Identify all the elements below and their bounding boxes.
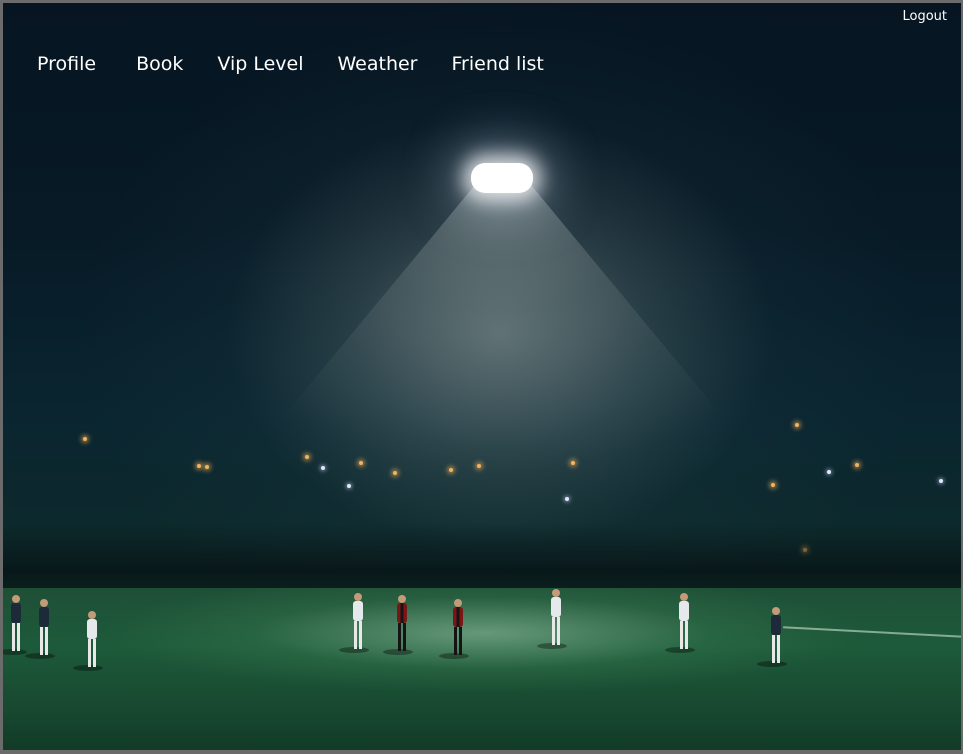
grass-field	[3, 588, 961, 750]
nav-item-friend-list[interactable]: Friend list	[452, 53, 544, 75]
logout-link[interactable]: Logout	[902, 9, 947, 24]
player	[25, 599, 55, 659]
player	[3, 595, 27, 655]
main-menu: Profile Book Vip Level Weather Friend li…	[37, 53, 578, 75]
floodlight	[471, 163, 533, 193]
player	[383, 595, 413, 655]
player	[537, 589, 567, 649]
nav-item-vip-level[interactable]: Vip Level	[217, 53, 303, 75]
player	[73, 611, 103, 671]
nav-item-profile[interactable]: Profile	[37, 53, 96, 75]
player	[439, 599, 469, 659]
player	[757, 607, 787, 667]
app-window: Logout Profile Book Vip Level Weather Fr…	[3, 3, 961, 750]
player	[339, 593, 369, 653]
nav-item-book[interactable]: Book	[136, 53, 183, 75]
player	[665, 593, 695, 653]
nav-item-weather[interactable]: Weather	[338, 53, 418, 75]
top-navigation: Logout Profile Book Vip Level Weather Fr…	[3, 3, 961, 103]
